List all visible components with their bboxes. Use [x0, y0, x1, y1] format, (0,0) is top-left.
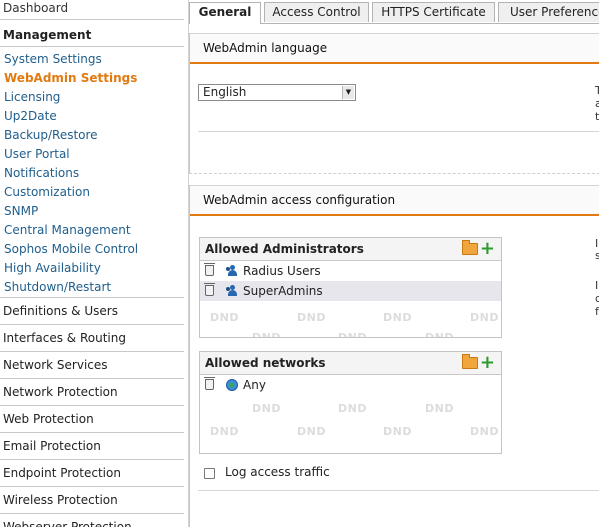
nav-interfaces-routing[interactable]: Interfaces & Routing: [0, 324, 184, 351]
help-text-fragment: T: [595, 84, 599, 97]
dnd-watermark: DND: [470, 311, 499, 324]
trash-icon[interactable]: [204, 263, 215, 276]
dnd-watermark: DND: [210, 311, 239, 324]
box-title: Allowed networks: [205, 356, 326, 370]
webadmin-language-panel: WebAdmin language English ▼ T a t: [189, 33, 599, 174]
box-header: Allowed networks +: [200, 352, 501, 375]
nav-network-services[interactable]: Network Services: [0, 351, 184, 378]
box-title: Allowed Administrators: [205, 242, 364, 256]
nav-licensing[interactable]: Licensing: [0, 88, 184, 107]
nav-group-management[interactable]: Management: [0, 20, 184, 47]
dnd-watermark: DND: [252, 402, 281, 415]
allowed-networks-box: Allowed networks + Any DND DND DND DND D…: [199, 351, 502, 454]
language-select-value: English: [203, 85, 247, 99]
globe-icon: [226, 379, 238, 391]
dnd-watermark: DND: [210, 425, 239, 438]
nav-definitions-users[interactable]: Definitions & Users: [0, 297, 184, 324]
nav-high-availability[interactable]: High Availability: [0, 259, 184, 278]
sidebar: Dashboard Management System Settings Web…: [0, 0, 184, 527]
dnd-watermark: DND: [383, 311, 412, 324]
log-access-checkbox[interactable]: [204, 468, 215, 479]
dnd-watermark: DND: [425, 331, 454, 338]
trash-icon[interactable]: [204, 377, 215, 390]
management-submenu: System Settings WebAdmin Settings Licens…: [0, 50, 184, 297]
trash-icon[interactable]: [204, 283, 215, 296]
nav-webserver-protection[interactable]: Webserver Protection: [0, 513, 184, 527]
users-icon: [226, 285, 240, 297]
add-icon[interactable]: +: [480, 352, 495, 374]
nav-central-management[interactable]: Central Management: [0, 221, 184, 240]
webadmin-access-panel: WebAdmin access configuration Allowed Ad…: [189, 185, 599, 527]
log-access-label[interactable]: Log access traffic: [225, 465, 330, 479]
nav-customization[interactable]: Customization: [0, 183, 184, 202]
list-item[interactable]: Any: [200, 375, 501, 395]
help-text-fragment: I: [595, 237, 599, 250]
help-text-fragment: I: [595, 279, 599, 292]
list-item[interactable]: SuperAdmins: [200, 281, 501, 301]
nav-dashboard[interactable]: Dashboard: [0, 0, 184, 20]
help-text-fragment: a: [595, 97, 599, 110]
dnd-watermark: DND: [252, 331, 281, 338]
folder-icon[interactable]: [462, 240, 478, 255]
tab-user-preferences[interactable]: User Preferences: [498, 2, 599, 22]
tab-https-certificate[interactable]: HTTPS Certificate: [372, 2, 495, 22]
nav-webadmin-settings[interactable]: WebAdmin Settings: [0, 69, 184, 88]
list-item-label: Radius Users: [243, 264, 321, 278]
help-text-fragment: t: [595, 110, 599, 123]
dnd-watermark: DND: [470, 425, 499, 438]
dnd-watermark: DND: [338, 402, 367, 415]
list-item-label: SuperAdmins: [243, 284, 323, 298]
divider: [198, 131, 599, 132]
nav-wireless-protection[interactable]: Wireless Protection: [0, 486, 184, 513]
add-icon[interactable]: +: [480, 238, 495, 260]
help-text-fragment: c: [595, 292, 599, 305]
tab-bar: General Access Control HTTPS Certificate…: [189, 0, 599, 24]
dnd-watermark: DND: [338, 331, 367, 338]
allowed-administrators-box: Allowed Administrators + Radius Users Su…: [199, 237, 502, 338]
panel-title: WebAdmin access configuration: [190, 185, 599, 216]
nav-web-protection[interactable]: Web Protection: [0, 405, 184, 432]
tab-access-control[interactable]: Access Control: [264, 2, 369, 22]
help-text-fragment: f: [595, 305, 599, 318]
panel-title: WebAdmin language: [190, 33, 599, 64]
nav-email-protection[interactable]: Email Protection: [0, 432, 184, 459]
folder-icon[interactable]: [462, 354, 478, 369]
chevron-down-icon[interactable]: ▼: [342, 86, 354, 99]
dnd-watermark: DND: [383, 425, 412, 438]
dnd-watermark: DND: [425, 402, 454, 415]
nav-notifications[interactable]: Notifications: [0, 164, 184, 183]
help-text-fragment: s: [595, 249, 599, 262]
nav-system-settings[interactable]: System Settings: [0, 50, 184, 69]
nav-up2date[interactable]: Up2Date: [0, 107, 184, 126]
tab-general[interactable]: General: [189, 2, 261, 24]
list-item-label: Any: [243, 378, 266, 392]
users-icon: [226, 265, 240, 277]
divider: [198, 490, 599, 491]
nav-snmp[interactable]: SNMP: [0, 202, 184, 221]
nav-endpoint-protection[interactable]: Endpoint Protection: [0, 459, 184, 486]
language-select[interactable]: English ▼: [198, 84, 356, 101]
nav-sophos-mobile-control[interactable]: Sophos Mobile Control: [0, 240, 184, 259]
box-header: Allowed Administrators +: [200, 238, 501, 261]
dnd-watermark: DND: [297, 425, 326, 438]
nav-shutdown-restart[interactable]: Shutdown/Restart: [0, 278, 184, 297]
nav-network-protection[interactable]: Network Protection: [0, 378, 184, 405]
dnd-watermark: DND: [297, 311, 326, 324]
nav-user-portal[interactable]: User Portal: [0, 145, 184, 164]
nav-backup-restore[interactable]: Backup/Restore: [0, 126, 184, 145]
list-item[interactable]: Radius Users: [200, 261, 501, 281]
